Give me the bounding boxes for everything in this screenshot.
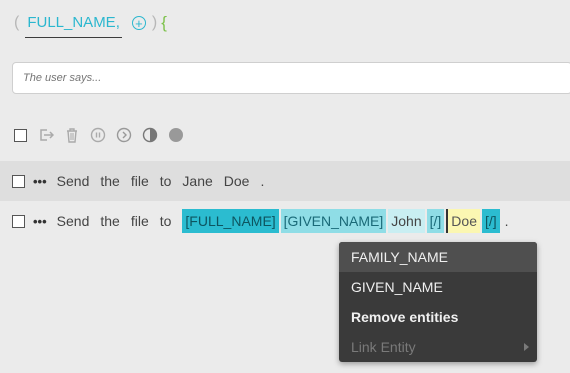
entity-token-close[interactable]: [/] [481, 209, 500, 233]
chevron-right-circle-icon[interactable] [116, 127, 132, 143]
user-says-input[interactable] [12, 62, 570, 94]
entity-context-menu: FAMILY_NAME GIVEN_NAME Remove entities L… [339, 242, 537, 362]
plus-circle-icon[interactable]: + [131, 16, 146, 30]
word[interactable]: Send [57, 213, 90, 229]
select-all-checkbox[interactable] [12, 127, 28, 143]
word[interactable]: the [100, 213, 119, 229]
close-paren: ) [151, 14, 158, 31]
word[interactable]: to [160, 213, 172, 229]
export-icon[interactable] [38, 127, 54, 143]
circle-icon[interactable] [168, 127, 184, 143]
word[interactable]: to [160, 173, 172, 189]
menu-item-remove-entities[interactable]: Remove entities [339, 302, 537, 332]
entity-token-close[interactable]: [/] [426, 209, 445, 233]
selected-word-doe[interactable]: Doe [446, 209, 480, 233]
entity-token-given-name-open[interactable]: [GIVEN_NAME] [280, 209, 387, 233]
trash-icon[interactable] [64, 127, 80, 143]
entity-value-john[interactable]: John [388, 209, 425, 233]
menu-item-link-entity-label: Link Entity [351, 339, 416, 355]
entity-header: ( FULL_NAME, + ) { [14, 10, 167, 38]
word[interactable]: Doe [224, 173, 250, 189]
menu-item-link-entity: Link Entity [339, 332, 537, 362]
word[interactable]: Jane [182, 173, 212, 189]
chevron-right-icon [524, 343, 529, 351]
row-checkbox[interactable] [12, 174, 25, 188]
word[interactable]: file [131, 213, 149, 229]
example-row[interactable]: ••• Send the file to [FULL_NAME] [GIVEN_… [0, 201, 570, 241]
open-brace: { [161, 13, 167, 32]
more-icon[interactable]: ••• [33, 174, 47, 189]
menu-item-given-name[interactable]: GIVEN_NAME [339, 272, 537, 302]
more-icon[interactable]: ••• [33, 214, 47, 229]
example-row[interactable]: ••• Send the file to Jane Doe . [0, 161, 570, 201]
word[interactable]: the [100, 173, 119, 189]
menu-item-family-name[interactable]: FAMILY_NAME [339, 242, 537, 272]
example-toolbar [12, 125, 194, 145]
word[interactable]: . [505, 213, 509, 229]
word[interactable]: file [131, 173, 149, 189]
contrast-icon[interactable] [142, 127, 158, 143]
word[interactable]: Send [57, 173, 90, 189]
row-checkbox[interactable] [12, 214, 25, 228]
word[interactable]: . [260, 173, 264, 189]
entity-tag-full-name[interactable]: FULL_NAME, [25, 14, 122, 38]
open-paren: ( [14, 14, 20, 31]
entity-token-full-name-open[interactable]: [FULL_NAME] [182, 209, 279, 233]
pause-icon[interactable] [90, 127, 106, 143]
